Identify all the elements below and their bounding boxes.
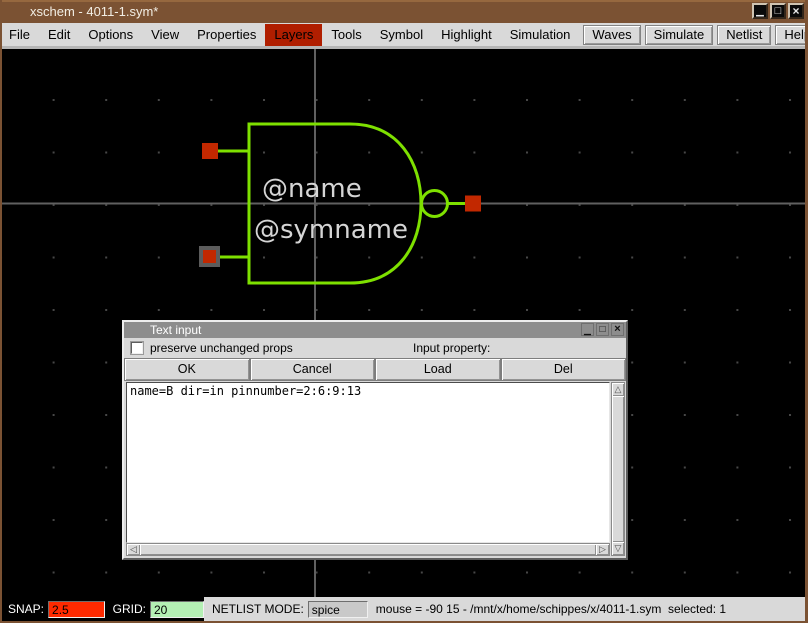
dialog-buttons-row: OK Cancel Load Del <box>124 358 626 381</box>
text-input-dialog: Text input ▁ □ × preserve unchanged prop… <box>122 320 628 560</box>
netlist-mode-label: NETLIST MODE: <box>212 602 304 616</box>
dialog-close-icon[interactable]: × <box>611 323 624 336</box>
horizontal-scroll-thumb[interactable] <box>140 544 596 555</box>
dialog-maximize-icon[interactable]: □ <box>596 323 609 336</box>
menu-file[interactable]: File <box>0 24 39 46</box>
input-property-label: Input property: <box>413 341 490 355</box>
vertical-scrollbar[interactable]: △ ▽ <box>611 382 625 556</box>
cancel-button[interactable]: Cancel <box>250 358 376 381</box>
snap-value-field[interactable]: 2.5 <box>48 601 105 618</box>
grid-value-field[interactable]: 20 <box>150 601 204 618</box>
preserve-props-label: preserve unchanged props <box>150 341 293 355</box>
netlist-mode-field[interactable]: spice <box>308 601 368 618</box>
menu-properties[interactable]: Properties <box>188 24 265 46</box>
xschem-window: xschem - 4011-1.sym* ▁ □ × File Edit Opt… <box>0 0 808 623</box>
load-button[interactable]: Load <box>375 358 501 381</box>
menu-view[interactable]: View <box>142 24 188 46</box>
symbol-name-label[interactable]: @name <box>262 174 362 204</box>
maximize-icon[interactable]: □ <box>770 3 786 19</box>
menu-simulation[interactable]: Simulation <box>501 24 580 46</box>
menubar-actions: Waves Simulate Netlist Help <box>579 25 808 45</box>
menu-edit[interactable]: Edit <box>39 24 79 46</box>
statusbar: SNAP: 2.5 GRID: 20 NETLIST MODE: spice m… <box>0 597 808 621</box>
scroll-left-icon[interactable]: ◁ <box>127 544 140 555</box>
menu-tools[interactable]: Tools <box>322 24 370 46</box>
mouse-status-text: mouse = -90 15 - /mnt/x/home/schippes/x/… <box>376 602 726 616</box>
minimize-icon[interactable]: ▁ <box>752 3 768 19</box>
scroll-down-icon[interactable]: ▽ <box>612 542 624 555</box>
dialog-titlebar[interactable]: Text input ▁ □ × <box>124 322 626 338</box>
statusbar-right: NETLIST MODE: spice mouse = -90 15 - /mn… <box>204 597 808 621</box>
menu-options[interactable]: Options <box>79 24 142 46</box>
window-title: xschem - 4011-1.sym* <box>30 0 158 23</box>
close-icon[interactable]: × <box>788 3 804 19</box>
menu-symbol[interactable]: Symbol <box>371 24 432 46</box>
grid-label: GRID: <box>113 602 146 616</box>
snap-label: SNAP: <box>8 602 44 616</box>
vertical-scroll-thumb[interactable] <box>612 396 624 542</box>
dialog-options-row: preserve unchanged props Input property: <box>124 338 626 358</box>
simulate-button[interactable]: Simulate <box>645 25 714 45</box>
output-pin[interactable] <box>465 196 481 212</box>
scroll-up-icon[interactable]: △ <box>612 383 624 396</box>
scroll-right-icon[interactable]: ▷ <box>596 544 609 555</box>
property-text-input[interactable]: name=B dir=in pinnumber=2:6:9:13 <box>126 382 610 543</box>
dialog-minimize-icon[interactable]: ▁ <box>581 323 594 336</box>
horizontal-scrollbar[interactable]: ◁ ▷ <box>126 543 610 556</box>
input-a-pin[interactable] <box>202 143 218 159</box>
waves-button[interactable]: Waves <box>583 25 640 45</box>
menu-layers[interactable]: Layers <box>265 24 322 46</box>
menu-highlight[interactable]: Highlight <box>432 24 501 46</box>
help-button[interactable]: Help <box>775 25 808 45</box>
window-controls: ▁ □ × <box>752 3 804 19</box>
window-titlebar[interactable]: xschem - 4011-1.sym* ▁ □ × <box>0 0 808 23</box>
del-button[interactable]: Del <box>501 358 627 381</box>
dialog-controls: ▁ □ × <box>581 323 624 336</box>
input-b-pin[interactable] <box>203 250 216 263</box>
netlist-button[interactable]: Netlist <box>717 25 771 45</box>
preserve-props-checkbox[interactable] <box>131 342 143 354</box>
ok-button[interactable]: OK <box>124 358 250 381</box>
dialog-title: Text input <box>150 323 201 337</box>
menubar: File Edit Options View Properties Layers… <box>0 23 808 49</box>
symbol-symname-label[interactable]: @symname <box>254 215 408 245</box>
statusbar-left: SNAP: 2.5 GRID: 20 <box>0 597 204 621</box>
